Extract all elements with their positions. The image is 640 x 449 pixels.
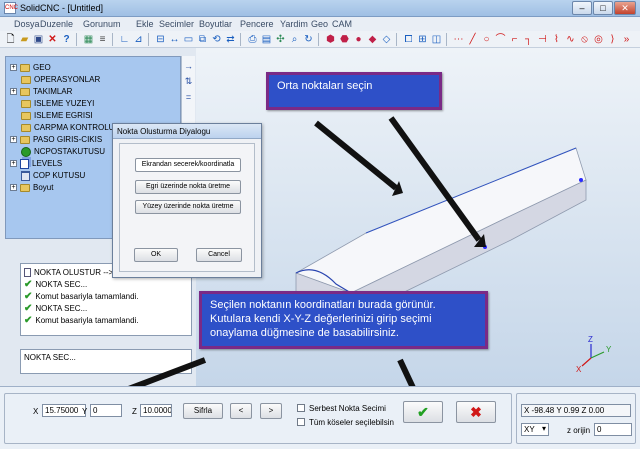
z-label: Z [132,407,137,416]
z-origin-input[interactable]: 0 [594,423,632,436]
status-panel [516,393,636,444]
reset-button[interactable]: Sifrla [183,403,223,419]
z-coordinate-input[interactable]: 10.0000 [140,404,172,417]
free-point-label: Serbest Nokta Secimi [309,404,386,413]
y-label: Y [82,407,88,416]
next-button[interactable]: > [260,403,282,419]
plane-select[interactable]: XY ▾ [521,423,549,436]
bottom-annotation-arrows [98,357,422,404]
cursor-position-readout: X -98.48 Y 0.99 Z 0.00 [521,404,631,417]
y-coordinate-input[interactable]: 0 [90,404,122,417]
x-label: X [33,407,39,416]
chevron-down-icon: ▾ [541,424,546,433]
cancel-selection-button[interactable]: ✖ [456,401,496,423]
z-origin-label: z orijin [567,426,591,435]
bottom-toolbar: X 15.75000 Y 0 Z 10.0000 Sifrla < > Serb… [0,386,640,449]
all-corners-label: Tüm köseler seçilebilsin [309,418,394,427]
x-coordinate-input[interactable]: 15.75000 [42,404,86,417]
confirm-button[interactable]: ✔ [403,401,443,423]
free-point-checkbox[interactable] [297,404,305,412]
all-corners-checkbox[interactable] [297,418,305,426]
prev-button[interactable]: < [230,403,252,419]
